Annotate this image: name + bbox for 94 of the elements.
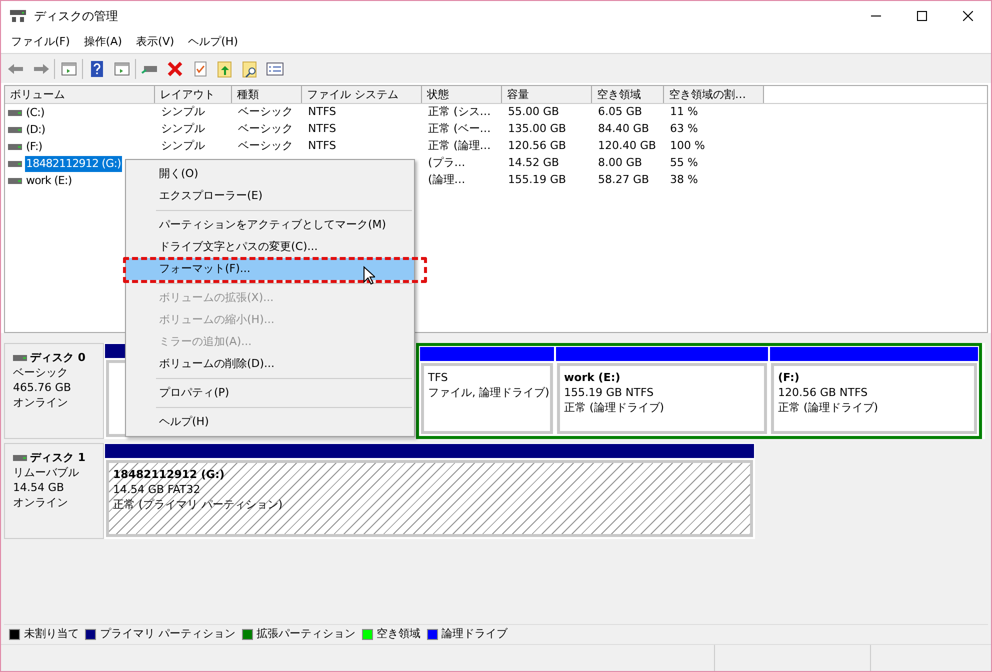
- disk-size: 465.76 GB: [13, 380, 72, 395]
- drive-icon: [8, 126, 22, 132]
- disk-type: ベーシック: [13, 365, 69, 380]
- context-menu-item[interactable]: フォーマット(F)...: [126, 258, 414, 280]
- partition[interactable]: work (E:) 155.19 GB NTFS 正常 (論理ドライブ): [555, 346, 769, 436]
- table-cell: 55.00 GB: [508, 105, 560, 118]
- volume-name[interactable]: 18482112912 (G:): [25, 156, 122, 172]
- column-header[interactable]: 空き領域: [592, 86, 664, 103]
- legend-label: 未割り当て: [24, 626, 79, 642]
- table-cell: 58.27 GB: [598, 173, 650, 186]
- context-menu-item[interactable]: エクスプローラー(E): [126, 185, 414, 207]
- table-cell: 135.00 GB: [508, 122, 566, 136]
- drive-icon: [8, 178, 22, 184]
- close-icon: [963, 11, 973, 21]
- partition-info: TFS: [428, 370, 448, 385]
- mouse-cursor-icon: [363, 266, 375, 285]
- disk-status: オンライン: [13, 395, 69, 410]
- column-header[interactable]: ボリューム: [5, 86, 155, 103]
- table-cell: 155.19 GB: [508, 173, 566, 186]
- table-cell: 55 %: [670, 156, 698, 170]
- partition-title: (F:): [778, 370, 800, 385]
- table-cell: (プラ…: [428, 156, 466, 170]
- partition-info: 14.54 GB FAT32: [113, 482, 200, 497]
- disk-label-panel[interactable]: ディスク 1 リムーバブル 14.54 GB オンライン: [4, 443, 104, 539]
- column-header[interactable]: レイアウト: [155, 86, 232, 103]
- table-cell: 100 %: [670, 139, 705, 152]
- legend-label: 拡張パーティション: [256, 626, 356, 642]
- column-header[interactable]: 状態: [422, 86, 502, 103]
- partition[interactable]: (F:) 120.56 GB NTFS 正常 (論理ドライブ): [769, 346, 979, 436]
- drive-icon: [8, 110, 22, 116]
- drive-icon: [8, 144, 22, 150]
- context-menu-item[interactable]: パーティションをアクティブとしてマーク(M): [126, 214, 414, 236]
- volume-name[interactable]: (F:): [25, 138, 44, 154]
- table-cell: 11 %: [670, 105, 698, 118]
- disk-status: オンライン: [13, 495, 69, 510]
- window-title: ディスクの管理: [34, 8, 118, 25]
- partition[interactable]: 18482112912 (G:) 14.54 GB FAT32 正常 (プライマリ パーティション): [104, 443, 755, 539]
- table-cell: ベーシック: [238, 105, 293, 118]
- disk-management-icon: [10, 9, 26, 23]
- menu-item[interactable]: ファイル(F): [4, 32, 77, 52]
- column-header[interactable]: 空き領域の割…: [664, 86, 764, 103]
- disk-name: ディスク 1: [30, 450, 86, 465]
- legend-label: 空き領域: [376, 626, 420, 642]
- table-cell: 8.00 GB: [598, 156, 642, 170]
- table-cell: 正常 (シス…: [428, 105, 491, 118]
- table-cell: 正常 (論理…: [428, 139, 491, 152]
- menu-item[interactable]: ヘルプ(H): [181, 32, 245, 52]
- disk-name: ディスク 0: [30, 350, 86, 365]
- volume-name[interactable]: (C:): [25, 104, 46, 120]
- disk-type: リムーバブル: [13, 465, 80, 480]
- volume-name[interactable]: work (E:): [25, 172, 73, 188]
- disk-size: 14.54 GB: [13, 480, 66, 495]
- table-cell: ベーシック: [238, 122, 293, 136]
- context-menu-item[interactable]: ヘルプ(H): [126, 411, 414, 433]
- context-menu-item[interactable]: 開く(O): [126, 163, 414, 185]
- disk-label-panel[interactable]: ディスク 0 ベーシック 465.76 GB オンライン: [4, 343, 104, 439]
- table-cell: NTFS: [308, 105, 336, 118]
- table-cell: (論理…: [428, 173, 466, 186]
- menu-item[interactable]: 操作(A): [76, 32, 130, 52]
- table-cell: 120.40 GB: [598, 139, 656, 152]
- partition-title: 18482112912 (G:): [113, 467, 225, 482]
- table-cell: シンプル: [161, 139, 205, 152]
- partition-info: ファイル, 論理ドライブ): [428, 385, 550, 400]
- legend-label: 論理ドライブ: [442, 626, 508, 642]
- partition-info: 155.19 GB NTFS: [564, 385, 654, 400]
- column-header[interactable]: ファイル システム: [302, 86, 422, 103]
- maximize-icon: [917, 11, 927, 21]
- table-cell: NTFS: [308, 122, 336, 136]
- partition-info: 正常 (論理ドライブ): [778, 400, 878, 415]
- table-cell: 正常 (ベー…: [428, 122, 491, 136]
- table-cell: 6.05 GB: [598, 105, 642, 118]
- table-cell: 63 %: [670, 122, 698, 136]
- table-cell: シンプル: [161, 105, 205, 118]
- volume-name[interactable]: (D:): [25, 122, 46, 138]
- column-header[interactable]: 種類: [232, 86, 302, 103]
- legend-label: プライマリ パーティション: [100, 626, 236, 642]
- drive-icon: [8, 160, 22, 166]
- partition-info: 120.56 GB NTFS: [778, 385, 868, 400]
- partition[interactable]: TFS ファイル, 論理ドライブ): [419, 346, 555, 436]
- context-menu-item[interactable]: プロパティ(P): [126, 382, 414, 404]
- table-cell: 120.56 GB: [508, 139, 566, 152]
- context-menu-item[interactable]: ドライブ文字とパスの変更(C)...: [126, 236, 414, 258]
- partition-info: 正常 (プライマリ パーティション): [113, 497, 283, 512]
- table-cell: NTFS: [308, 139, 336, 152]
- table-cell: ベーシック: [238, 139, 293, 152]
- table-cell: 38 %: [670, 173, 698, 186]
- partition-title: work (E:): [564, 370, 620, 385]
- menu-item[interactable]: 表示(V): [129, 32, 182, 52]
- table-cell: 14.52 GB: [508, 156, 560, 170]
- column-header[interactable]: 容量: [502, 86, 592, 103]
- table-cell: 84.40 GB: [598, 122, 650, 136]
- context-menu-item[interactable]: ボリュームの削除(D)...: [126, 353, 414, 375]
- table-cell: シンプル: [161, 122, 205, 136]
- partition-info: 正常 (論理ドライブ): [564, 400, 664, 415]
